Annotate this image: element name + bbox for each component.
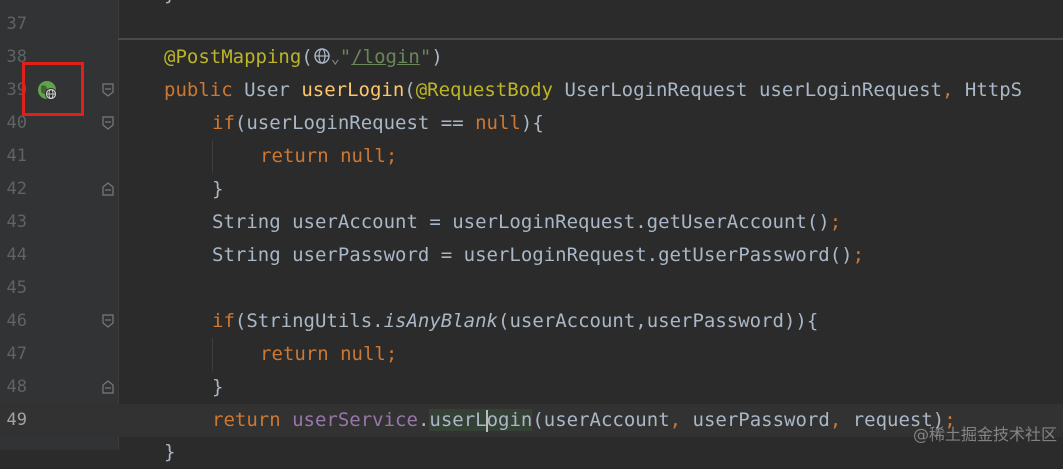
paren: ) <box>431 46 443 68</box>
method-separator <box>118 38 1063 40</box>
line-number: 47 <box>6 344 27 364</box>
code-line-49[interactable]: return userService.userLogin(userAccount… <box>212 404 956 437</box>
line-number: 44 <box>6 245 27 265</box>
code-line-39: public User userLogin(@RequestBody UserL… <box>164 74 1022 107</box>
closing-brace: } <box>212 178 224 200</box>
code-text: String userAccount = userLoginRequest.ge… <box>212 211 830 233</box>
comma: , <box>941 79 954 101</box>
fold-open-icon[interactable] <box>101 116 115 132</box>
annotation: @RequestBody <box>415 79 553 101</box>
code-line-48: } <box>212 371 223 404</box>
code-text: ){ <box>520 112 544 134</box>
type-name: User <box>244 79 290 101</box>
method-call-highlighted: userLogin <box>429 409 533 432</box>
gutter-divider <box>118 0 119 450</box>
fold-open-icon[interactable] <box>101 314 115 330</box>
code-line-47: return null; <box>260 338 397 371</box>
semicolon: ; <box>385 343 398 365</box>
code-text: (StringUtils. <box>234 310 384 332</box>
code-line-38: @PostMapping(⌄"/login") <box>164 41 443 74</box>
closing-brace: } <box>212 376 224 398</box>
code-editor[interactable]: 37 38 39 40 41 42 43 44 45 46 47 48 49 @… <box>0 0 1063 463</box>
param-name: userLoginRequest <box>758 79 942 101</box>
line-number: 41 <box>6 146 27 166</box>
line-number: 43 <box>6 212 27 232</box>
keyword: null <box>475 112 521 134</box>
code-text: (userAccount,userPassword)){ <box>498 310 819 332</box>
dot: . <box>417 409 430 431</box>
watermark: @稀土掘金技术社区 <box>912 425 1057 444</box>
param-type: UserLoginRequest <box>564 79 748 101</box>
code-line-44: String userPassword = userLoginRequest.g… <box>212 239 864 272</box>
semicolon: ; <box>852 244 865 266</box>
paren: ( <box>404 79 416 101</box>
paren: ( <box>301 46 313 68</box>
line-number: 48 <box>6 377 27 397</box>
method-name-part: ogin <box>486 409 533 431</box>
closing-brace: } <box>164 0 175 5</box>
code-line-50: } <box>164 436 175 469</box>
semicolon: ; <box>829 211 842 233</box>
fold-close-icon[interactable] <box>101 182 115 198</box>
closing-brace: } <box>164 441 176 463</box>
keyword: if <box>212 310 235 332</box>
keyword: null <box>340 145 386 167</box>
comma: , <box>669 409 682 431</box>
code-line-41: return null; <box>260 140 397 173</box>
code-text: String userPassword = userLoginRequest.g… <box>212 244 853 266</box>
keyword: return <box>212 409 281 431</box>
globe-icon[interactable] <box>313 43 331 64</box>
keyword: return <box>260 145 329 167</box>
code-line-42: } <box>212 173 223 206</box>
indent-guide <box>212 338 213 371</box>
indent-guide <box>212 140 213 173</box>
fold-open-icon[interactable] <box>101 83 115 99</box>
endpoint-path-link[interactable]: /login <box>351 46 420 68</box>
method-name: userLogin <box>301 79 405 101</box>
fold-close-icon[interactable] <box>101 380 115 396</box>
string-quote: " <box>419 46 432 68</box>
chevron-down-icon[interactable]: ⌄ <box>331 49 340 67</box>
comma: , <box>829 409 842 431</box>
code-line-46: if(StringUtils.isAnyBlank(userAccount,us… <box>212 305 818 338</box>
keyword: if <box>212 112 235 134</box>
line-number: 46 <box>6 311 27 331</box>
web-endpoint-icon[interactable] <box>37 80 59 102</box>
field-name: userService <box>292 409 418 431</box>
code-text: userPassword <box>681 409 830 431</box>
param-type: HttpS <box>964 79 1023 101</box>
annotation: @PostMapping <box>164 46 302 68</box>
code-text: (userAccount <box>532 409 670 431</box>
static-method-name: isAnyBlank <box>383 310 498 332</box>
semicolon: ; <box>385 145 398 167</box>
keyword: return <box>260 343 329 365</box>
method-name-part: userL <box>429 409 487 431</box>
code-line-43: String userAccount = userLoginRequest.ge… <box>212 206 841 239</box>
keyword: public <box>164 79 233 101</box>
line-number-current: 49 <box>6 410 27 430</box>
line-number: 42 <box>6 179 27 199</box>
code-line-40: if(userLoginRequest == null){ <box>212 107 544 140</box>
condition: (userLoginRequest == <box>234 112 476 134</box>
line-number: 37 <box>6 14 27 34</box>
keyword: null <box>340 343 386 365</box>
string-quote: " <box>339 46 352 68</box>
code-line-36: } <box>164 0 175 11</box>
line-number: 45 <box>6 278 27 298</box>
